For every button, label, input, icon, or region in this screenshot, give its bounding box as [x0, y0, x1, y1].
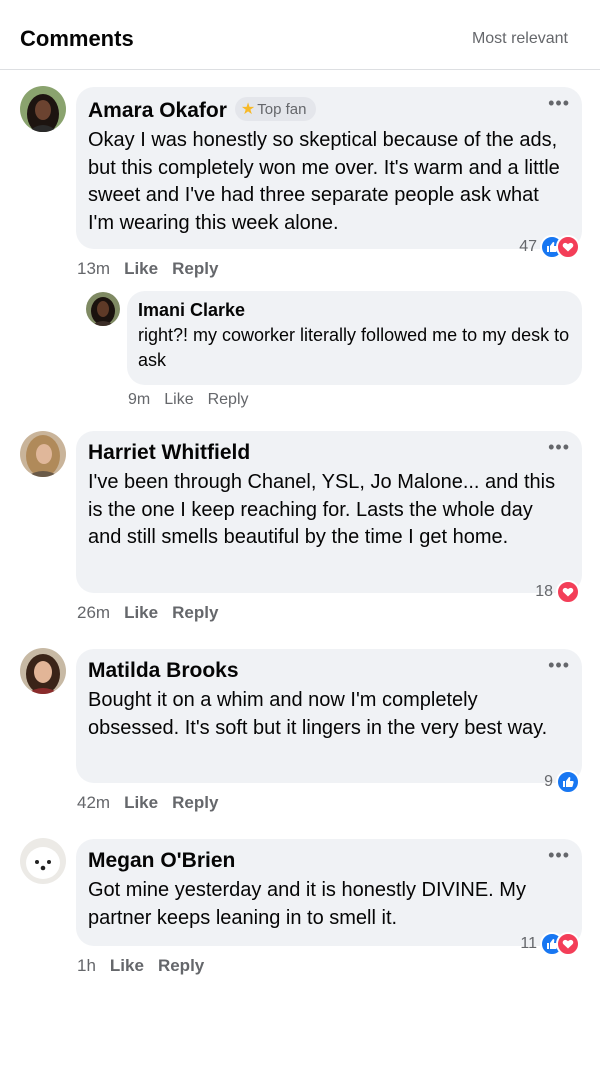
- reaction-count: 18: [535, 583, 553, 600]
- timestamp: 13m: [77, 259, 111, 278]
- avatar[interactable]: [86, 292, 120, 326]
- like-button[interactable]: Like: [164, 391, 193, 408]
- comment-text: Bought it on a whim and now I'm complete…: [88, 689, 548, 739]
- comment-meta: 26m Like Reply: [77, 603, 232, 623]
- comment-meta: 13m Like Reply: [77, 259, 232, 279]
- commenter-name[interactable]: Amara Okafor: [88, 99, 227, 123]
- sort-dropdown[interactable]: Most relevant: [472, 30, 568, 48]
- reaction-summary[interactable]: 9: [544, 770, 580, 794]
- like-button[interactable]: Like: [124, 603, 158, 622]
- love-reaction-icon: [556, 580, 580, 604]
- reply-author-name[interactable]: Imani Clarke: [138, 300, 245, 321]
- reaction-count: 47: [519, 238, 537, 255]
- reply-button[interactable]: Reply: [208, 391, 249, 408]
- avatar[interactable]: [20, 838, 66, 884]
- comment-text: Got mine yesterday and it is honestly DI…: [88, 879, 526, 929]
- timestamp: 42m: [77, 793, 111, 812]
- reply-button[interactable]: Reply: [172, 793, 218, 812]
- reaction-summary[interactable]: 18: [535, 580, 580, 604]
- more-dots-icon[interactable]: •••: [548, 845, 570, 866]
- comment-bubble: Matilda Brooks Bought it on a whim and n…: [76, 649, 582, 783]
- reply-button[interactable]: Reply: [172, 259, 218, 278]
- comment-bubble: Amara Okafor ★ Top fan Okay I was honestly…: [76, 87, 582, 249]
- reaction-summary[interactable]: 47: [519, 235, 580, 259]
- reply-text: right?! my coworker literally followed m…: [138, 325, 570, 370]
- reaction-count: 9: [544, 773, 553, 790]
- like-button[interactable]: Like: [124, 793, 158, 812]
- comment-text: I've been through Chanel, YSL, Jo Malone…: [88, 471, 556, 548]
- reply-meta: 9m Like Reply: [128, 391, 263, 409]
- reply-button[interactable]: Reply: [158, 956, 204, 975]
- timestamp: 26m: [77, 603, 111, 622]
- love-reaction-icon: [556, 932, 580, 956]
- comment-bubble: Harriet Whitfield I've been through Chan…: [76, 431, 582, 593]
- reaction-count: 11: [520, 935, 537, 952]
- more-dots-icon[interactable]: •••: [548, 655, 570, 676]
- top-fan-badge: ★ Top fan: [234, 97, 317, 121]
- comments-header: Comments Most relevant: [0, 0, 600, 70]
- comments-title: Comments: [20, 26, 134, 51]
- love-reaction-icon: [556, 235, 580, 259]
- comment-meta: 1h Like Reply: [77, 956, 218, 976]
- more-dots-icon[interactable]: •••: [548, 93, 570, 114]
- star-icon: ★: [240, 101, 256, 118]
- comment-text: Okay I was honestly so skeptical because…: [88, 129, 560, 234]
- timestamp: 1h: [77, 956, 96, 975]
- avatar[interactable]: [20, 431, 66, 477]
- avatar[interactable]: [20, 648, 66, 694]
- like-button[interactable]: Like: [110, 956, 144, 975]
- reaction-summary[interactable]: 11: [520, 932, 580, 956]
- commenter-name[interactable]: Harriet Whitfield: [88, 441, 250, 465]
- commenter-name[interactable]: Matilda Brooks: [88, 659, 239, 683]
- avatar[interactable]: [20, 86, 66, 132]
- like-button[interactable]: Like: [124, 259, 158, 278]
- commenter-name[interactable]: Megan O'Brien: [88, 849, 235, 873]
- comment-bubble: Megan O'Brien Got mine yesterday and it …: [76, 839, 582, 946]
- comment-meta: 42m Like Reply: [77, 793, 232, 813]
- like-reaction-icon: [556, 770, 580, 794]
- timestamp: 9m: [128, 391, 151, 408]
- reply-bubble: Imani Clarke right?! my coworker literal…: [127, 291, 582, 385]
- more-dots-icon[interactable]: •••: [548, 437, 570, 458]
- reply-button[interactable]: Reply: [172, 603, 218, 622]
